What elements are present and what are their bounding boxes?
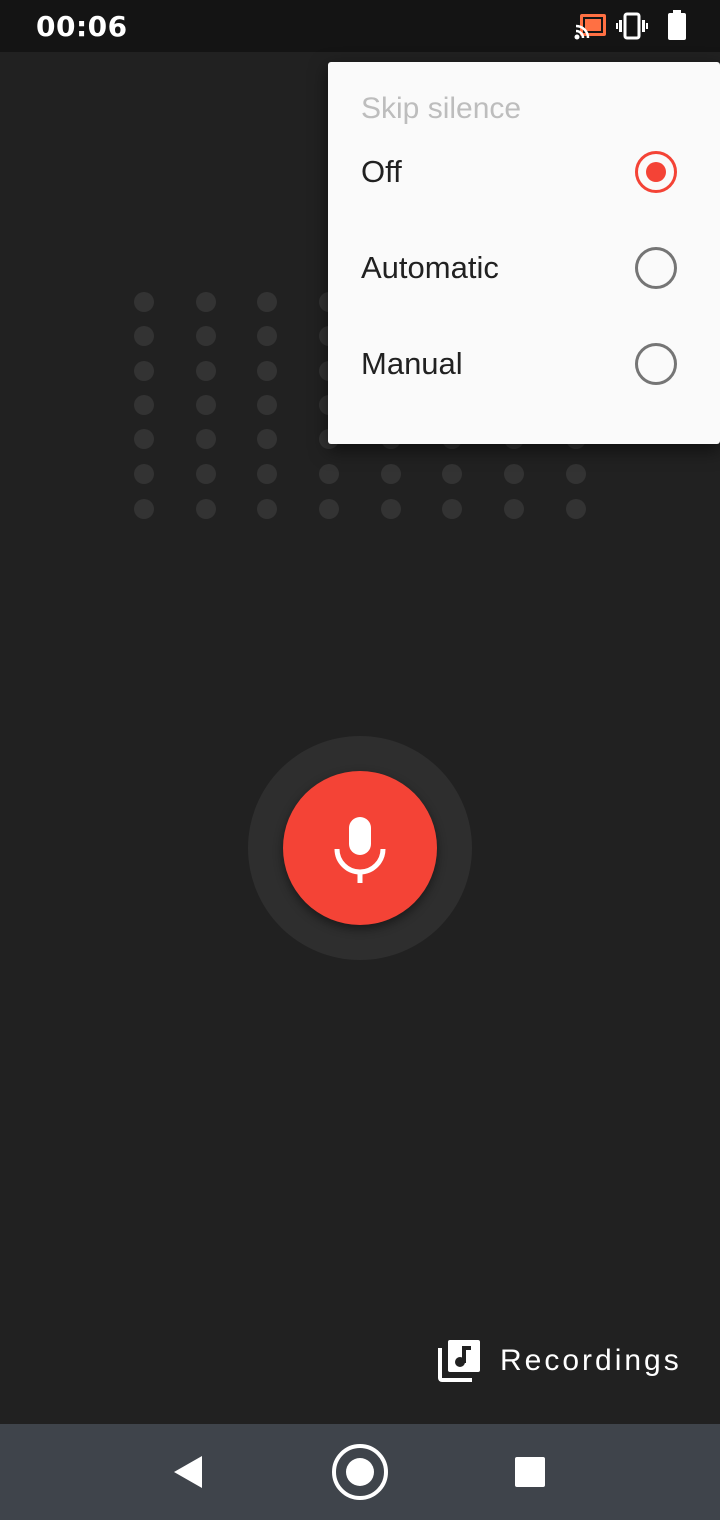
home-icon[interactable] xyxy=(330,1442,390,1502)
waveform-dot xyxy=(257,292,277,312)
cast-icon xyxy=(574,14,606,40)
option-automatic[interactable]: Automatic xyxy=(328,220,720,316)
option-off[interactable]: Off xyxy=(328,124,720,220)
waveform-dot xyxy=(134,499,154,519)
waveform-dot xyxy=(257,464,277,484)
radio-automatic[interactable] xyxy=(635,247,677,289)
menu-title: Skip silence xyxy=(361,92,522,125)
navigation-bar xyxy=(0,1424,720,1520)
waveform-dot xyxy=(257,326,277,346)
recordings-label: Recordings xyxy=(500,1344,682,1377)
option-label: Automatic xyxy=(361,250,499,285)
waveform-dot xyxy=(196,429,216,449)
recents-icon[interactable] xyxy=(508,1450,552,1494)
waveform-dot xyxy=(196,499,216,519)
option-label: Manual xyxy=(361,346,463,381)
vibrate-icon xyxy=(616,12,648,40)
radio-selected-dot xyxy=(646,162,666,182)
waveform-dot xyxy=(504,499,524,519)
waveform-dot xyxy=(566,499,586,519)
radio-off[interactable] xyxy=(635,151,677,193)
waveform-dot xyxy=(196,292,216,312)
waveform-dot xyxy=(257,429,277,449)
waveform-dot xyxy=(381,464,401,484)
waveform-dot xyxy=(134,361,154,381)
waveform-dot xyxy=(566,464,586,484)
waveform-dot xyxy=(196,464,216,484)
waveform-dot xyxy=(196,395,216,415)
waveform-dot xyxy=(134,326,154,346)
mic-icon xyxy=(334,817,386,883)
waveform-dot xyxy=(442,464,462,484)
skip-silence-menu: Skip silence Off Automatic Manual xyxy=(328,62,720,444)
option-manual[interactable]: Manual xyxy=(328,316,720,412)
waveform-dot xyxy=(257,395,277,415)
recordings-button[interactable]: Recordings xyxy=(432,1330,692,1394)
waveform-dot xyxy=(442,499,462,519)
waveform-dot xyxy=(134,395,154,415)
waveform-dot xyxy=(196,326,216,346)
waveform-dot xyxy=(319,499,339,519)
waveform-dot xyxy=(257,499,277,519)
status-bar: 00:06 xyxy=(0,0,720,52)
waveform-dot xyxy=(381,499,401,519)
waveform-dot xyxy=(504,464,524,484)
back-icon[interactable] xyxy=(166,1448,210,1496)
waveform-dot xyxy=(134,292,154,312)
status-time: 00:06 xyxy=(36,10,128,43)
radio-manual[interactable] xyxy=(635,343,677,385)
waveform-dot xyxy=(257,361,277,381)
waveform-dot xyxy=(134,429,154,449)
library-music-icon xyxy=(438,1340,480,1382)
waveform-dot xyxy=(134,464,154,484)
waveform-dot xyxy=(196,361,216,381)
waveform-dot xyxy=(319,464,339,484)
record-button[interactable] xyxy=(283,771,437,925)
option-label: Off xyxy=(361,154,402,189)
battery-icon xyxy=(668,10,686,40)
